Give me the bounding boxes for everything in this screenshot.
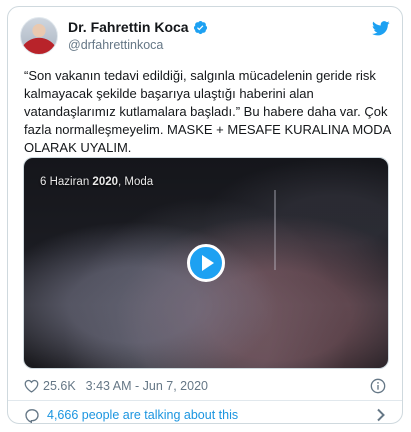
tweet-text: “Son vakanın tedavi edildiği, salgınla m… (24, 68, 395, 155)
author-handle[interactable]: @drfahrettinkoca (68, 38, 163, 52)
verified-badge-icon (193, 20, 207, 34)
play-icon (201, 255, 214, 271)
heart-icon[interactable] (24, 379, 39, 393)
tweet-timestamp[interactable]: 3:43 AM - Jun 7, 2020 (86, 379, 208, 393)
tweet-meta: 25.6K 3:43 AM - Jun 7, 2020 (24, 377, 208, 395)
like-count[interactable]: 25.6K (43, 379, 76, 393)
twitter-bird-icon[interactable] (372, 21, 390, 36)
talking-about-link[interactable]: 4,666 people are talking about this (24, 406, 386, 423)
play-button[interactable] (187, 244, 225, 282)
video-caption-suffix: , Moda (118, 176, 154, 188)
video-caption: 6 Haziran 2020, Moda (40, 176, 153, 188)
footer-divider (8, 400, 402, 401)
chevron-right-icon (377, 408, 385, 422)
info-icon[interactable] (370, 378, 386, 394)
tweet-card[interactable]: Dr. Fahrettin Koca @drfahrettinkoca “Son… (7, 6, 403, 424)
author-name-row: Dr. Fahrettin Koca (68, 19, 208, 35)
tweet-header: Dr. Fahrettin Koca @drfahrettinkoca (20, 17, 390, 59)
talking-about-text[interactable]: 4,666 people are talking about this (47, 408, 238, 422)
author-display-name[interactable]: Dr. Fahrettin Koca (68, 19, 189, 35)
avatar[interactable] (20, 17, 58, 55)
video-player[interactable]: 6 Haziran 2020, Moda (23, 157, 389, 369)
video-caption-year: 2020 (92, 176, 119, 188)
comment-icon (25, 408, 39, 423)
video-frame-detail (274, 190, 276, 270)
video-caption-prefix: 6 Haziran (40, 176, 93, 188)
